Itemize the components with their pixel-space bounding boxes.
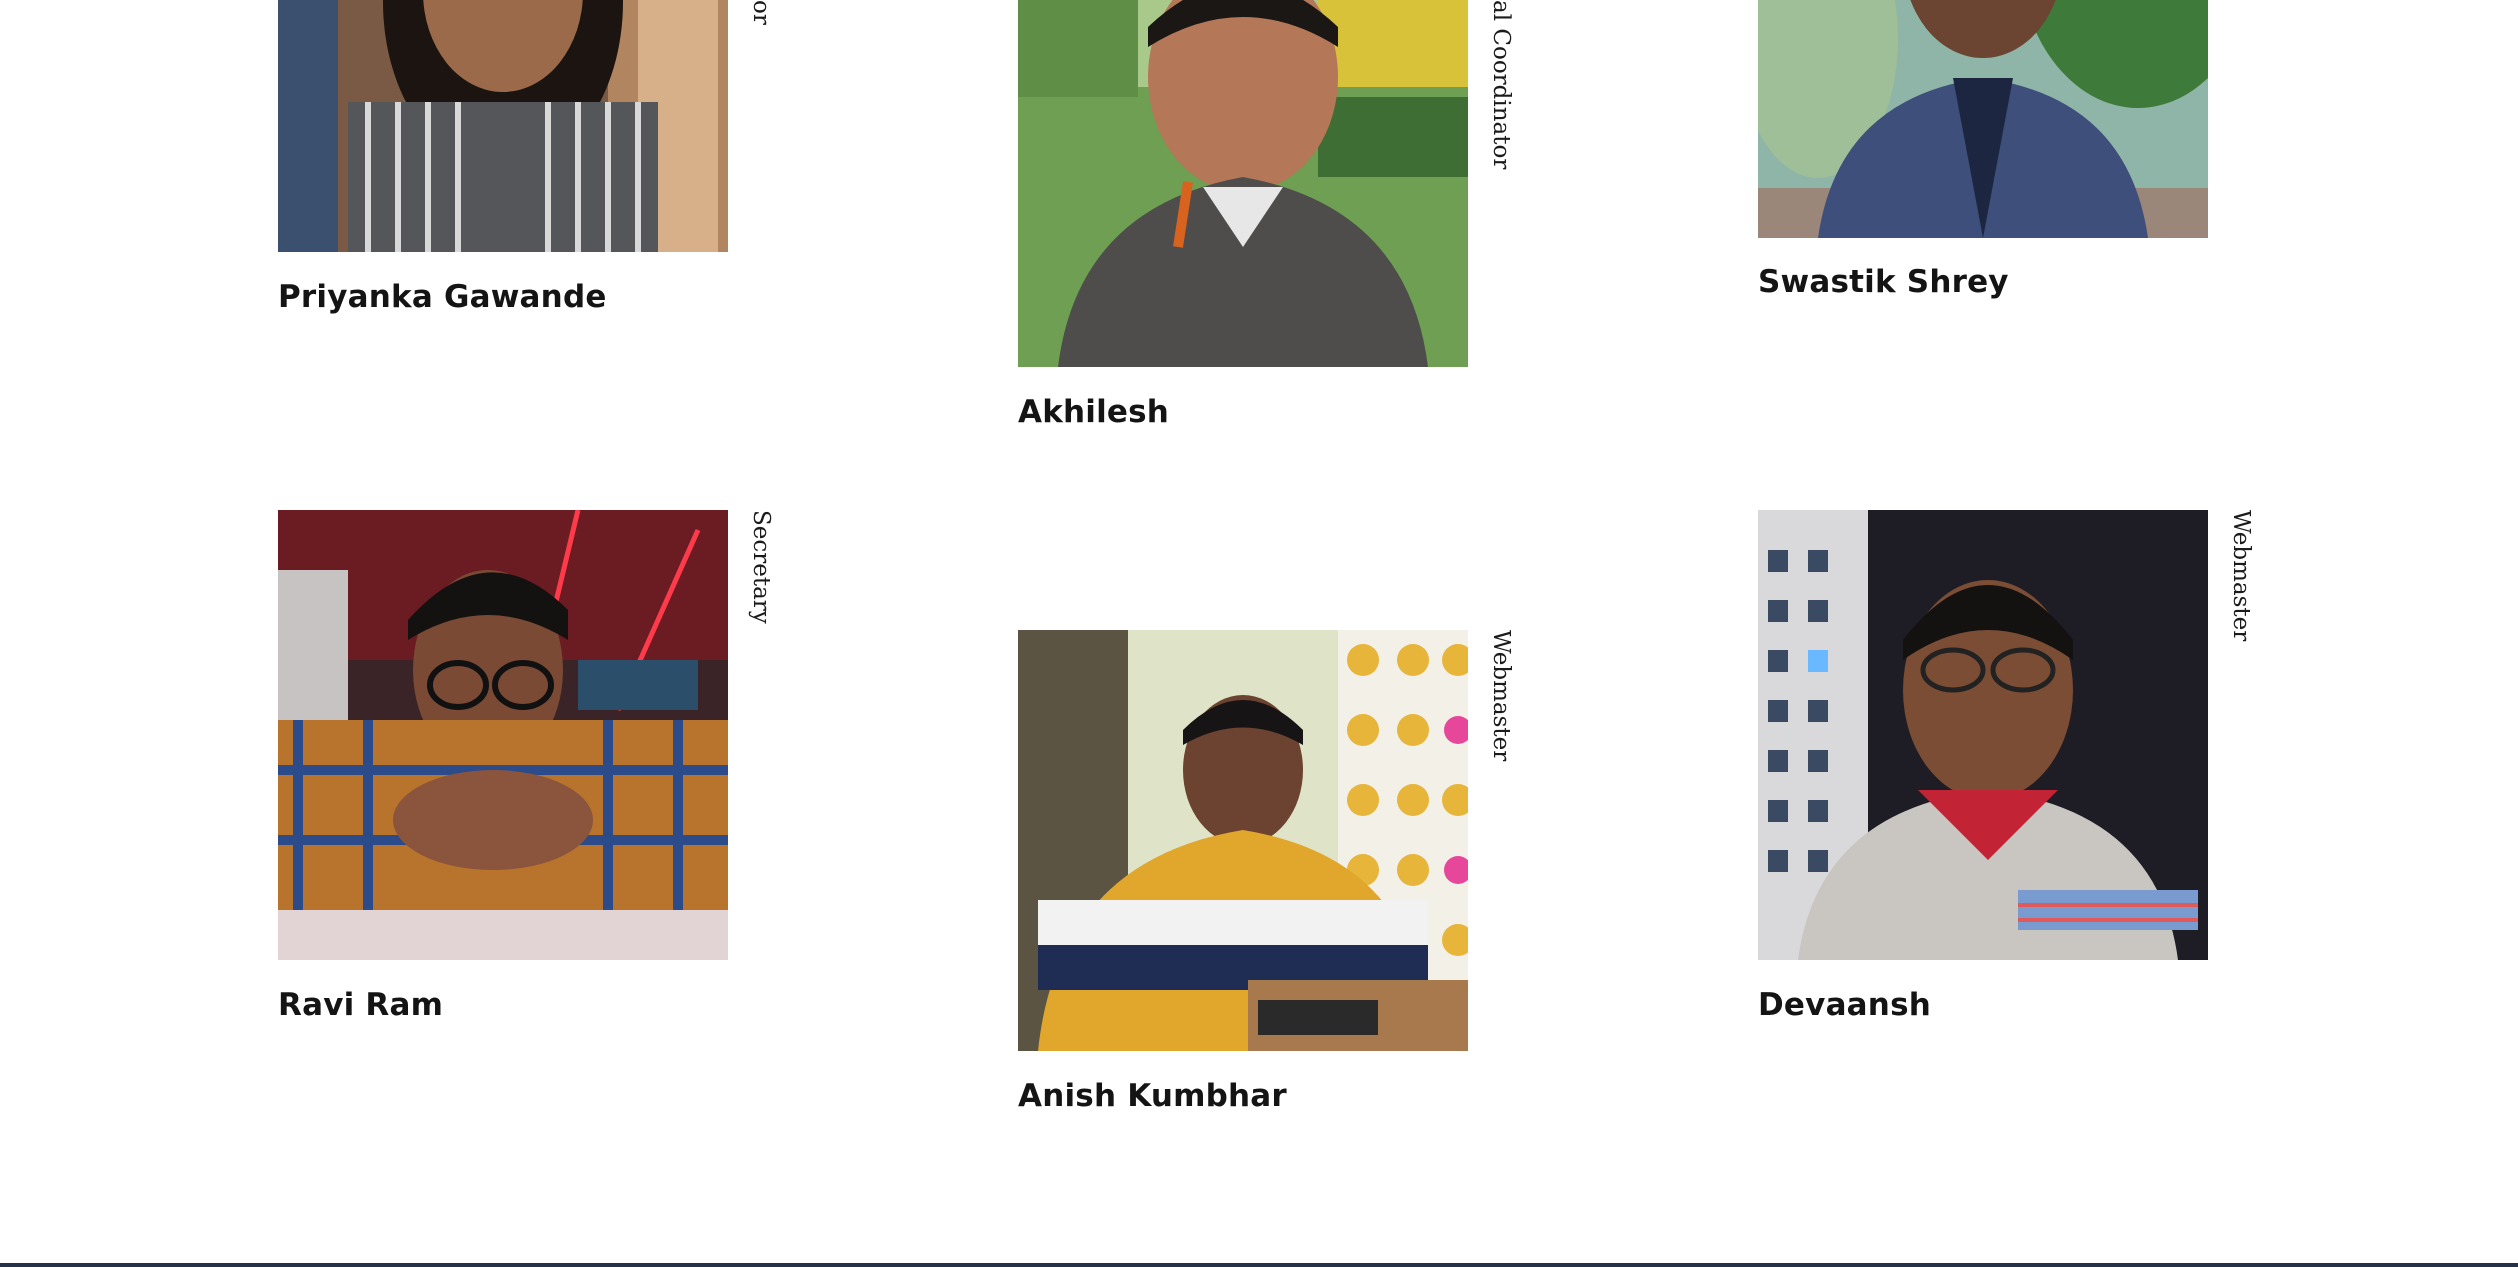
member-name: Ravi Ram — [278, 987, 444, 1023]
member-photo — [278, 510, 728, 960]
member-photo — [278, 0, 728, 252]
member-role: or — [748, 0, 774, 25]
member-name: Devaansh — [1758, 987, 1931, 1023]
member-name: Swastik Shrey — [1758, 264, 2009, 300]
member-name: Akhilesh — [1018, 394, 1170, 430]
member-role: al Coordinator — [1488, 0, 1514, 170]
member-photo — [1018, 0, 1468, 367]
footer-edge — [0, 1263, 2518, 1267]
member-photo — [1758, 510, 2208, 960]
member-photo — [1018, 630, 1468, 1051]
member-name: Priyanka Gawande — [278, 279, 607, 315]
member-role: Webmaster — [2228, 510, 2254, 642]
member-name: Anish Kumbhar — [1018, 1078, 1287, 1114]
member-photo — [1758, 0, 2208, 238]
member-role: Webmaster — [1488, 630, 1514, 762]
team-page: Priyanka Gawande or Akhilesh al Coordina… — [0, 0, 2518, 1267]
member-role: Secretary — [748, 510, 774, 624]
